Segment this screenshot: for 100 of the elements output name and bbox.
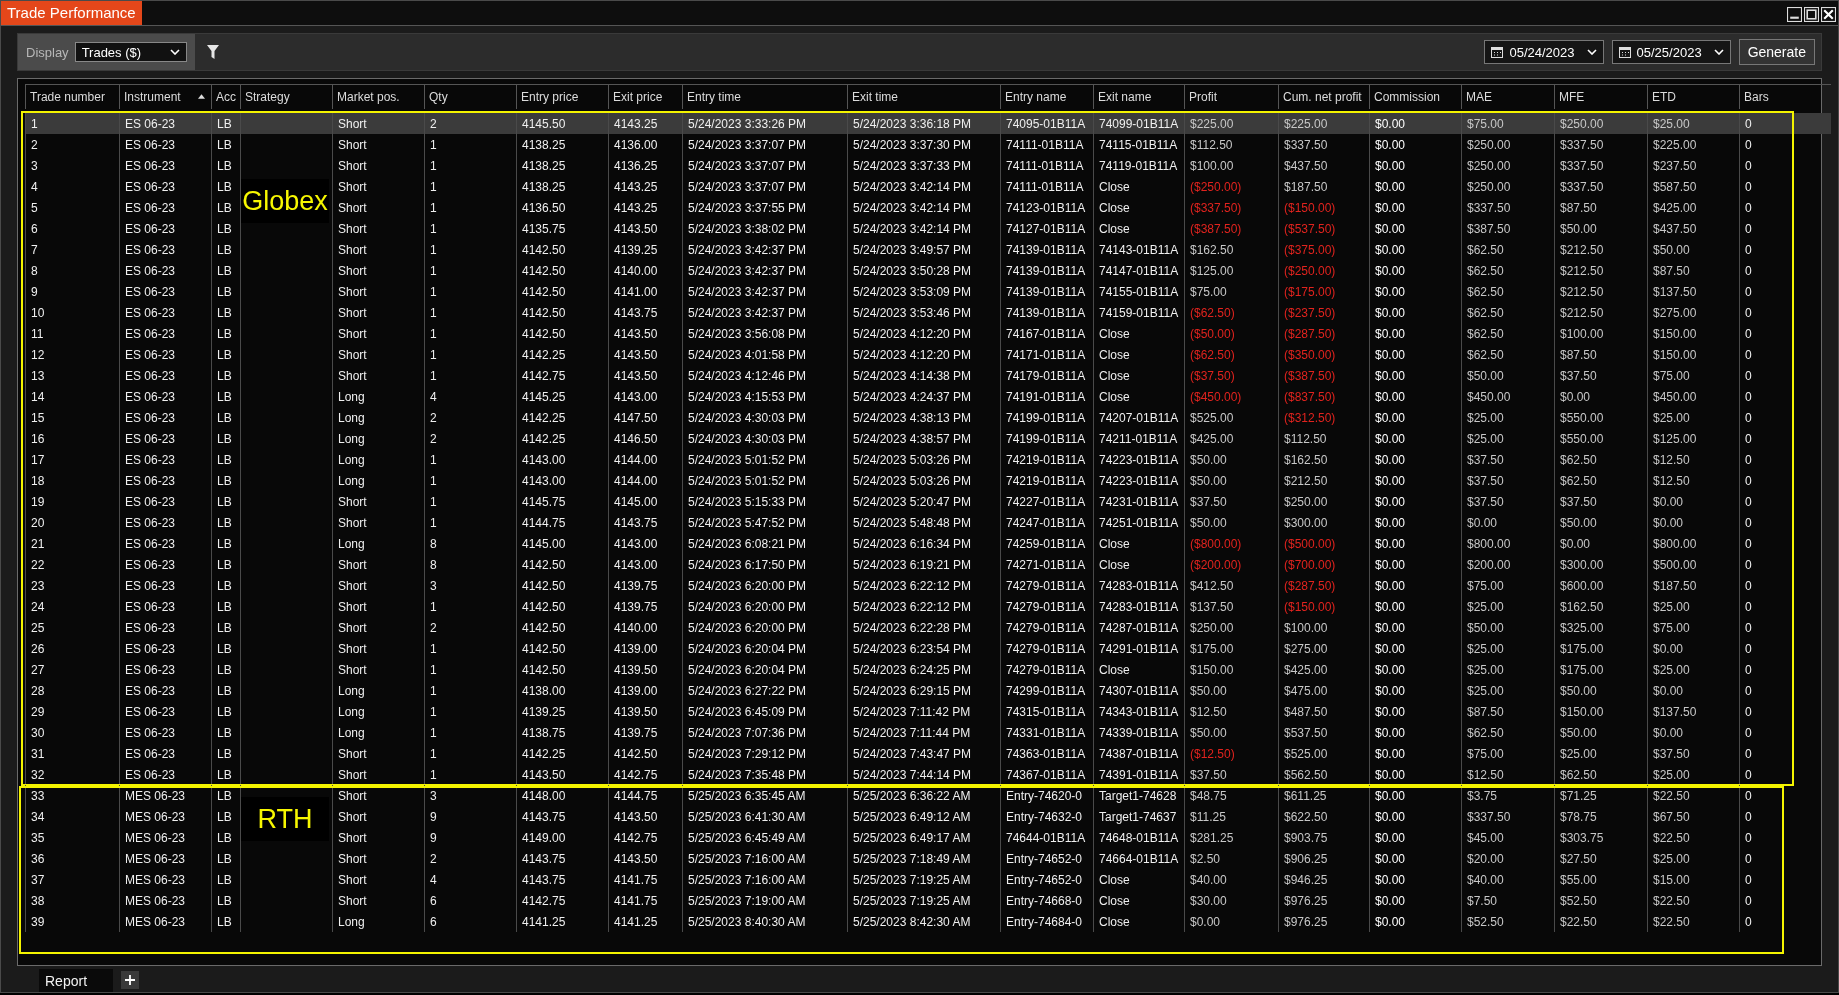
add-tab-button[interactable] xyxy=(121,971,139,989)
commission-cell: $0.00 xyxy=(1369,260,1462,281)
filter-icon[interactable] xyxy=(206,45,219,59)
table-row[interactable]: 13 ES 06-23 LB Short 1 4142.75 4143.50 5/24/2023 4:12:46 PM 5/24/2023 4:14:38 PM 74179-01B11A Close ($37.50) ($387.50) $0.00 $50.00 $37.50 $75.00 0 xyxy=(25,365,1831,386)
table-row[interactable]: 3 ES 06-23 LB Short 1 4138.25 4136.25 5/24/2023 3:37:07 PM 5/24/2023 3:37:33 PM 74111-01B11A 74119-01B11A $100.00 $437.50 $0.00 $250.00 $337.50 $237.50 0 xyxy=(25,155,1831,176)
entry-price-cell: 4141.25 xyxy=(516,911,609,932)
exit-price-cell: 4143.50 xyxy=(608,323,683,344)
cum-profit-cell: $906.25 xyxy=(1278,848,1370,869)
table-row[interactable]: 23 ES 06-23 LB Short 3 4142.50 4139.75 5/24/2023 6:20:00 PM 5/24/2023 6:22:12 PM 74279-01B11A 74283-01B11A $412.50 ($287.50) $0.00 $75.00 $600.00 $187.50 0 xyxy=(25,575,1831,596)
report-tab[interactable]: Report xyxy=(39,969,113,992)
column-header[interactable]: Bars xyxy=(1739,84,1831,109)
exit-name-cell: 74291-01B11A xyxy=(1093,638,1185,659)
table-row[interactable]: 39 MES 06-23 LB Long 6 4141.25 4141.25 5/25/2023 8:40:30 AM 5/25/2023 8:42:30 AM Entry-74684-0 Close $0.00 $976.25 $0.00 $52.50 $22.50 $22.50 0 xyxy=(25,911,1831,932)
table-row[interactable]: 12 ES 06-23 LB Short 1 4142.25 4143.50 5/24/2023 4:01:58 PM 5/24/2023 4:12:20 PM 74171-01B11A Close ($62.50) ($350.00) $0.00 $62.50 $87.50 $150.00 0 xyxy=(25,344,1831,365)
position-cell: Short xyxy=(332,596,425,617)
cum-profit-cell: ($837.50) xyxy=(1278,386,1370,407)
column-header[interactable]: Acc xyxy=(211,84,241,109)
table-row[interactable]: 20 ES 06-23 LB Short 1 4144.75 4143.75 5/24/2023 5:47:52 PM 5/24/2023 5:48:48 PM 74247-01B11A 74251-01B11A $50.00 $300.00 $0.00 $0.00 $50.00 $0.00 0 xyxy=(25,512,1831,533)
exit-name-cell: 74159-01B11A xyxy=(1093,302,1185,323)
table-row[interactable]: 37 MES 06-23 LB Short 4 4143.75 4141.75 5/25/2023 7:16:00 AM 5/25/2023 7:19:25 AM Entry-74652-0 Close $40.00 $946.25 $0.00 $40.00 $55.00 $15.00 0 xyxy=(25,869,1831,890)
column-header[interactable]: Strategy xyxy=(240,84,333,109)
from-date-field[interactable]: 05/24/2023 xyxy=(1484,40,1604,64)
mfe-cell: $303.75 xyxy=(1554,827,1648,848)
table-row[interactable]: 9 ES 06-23 LB Short 1 4142.50 4141.00 5/24/2023 3:42:37 PM 5/24/2023 3:53:09 PM 74139-01B11A 74155-01B11A $75.00 ($175.00) $0.00 $62.50 $212.50 $137.50 0 xyxy=(25,281,1831,302)
table-row[interactable]: 21 ES 06-23 LB Long 8 4145.00 4143.00 5/24/2023 6:08:21 PM 5/24/2023 6:16:34 PM 74259-01B11A Close ($800.00) ($500.00) $0.00 $800.00 $0.00 $800.00 0 xyxy=(25,533,1831,554)
table-row[interactable]: 32 ES 06-23 LB Short 1 4143.50 4142.75 5/24/2023 7:35:48 PM 5/24/2023 7:44:14 PM 74367-01B11A 74391-01B11A $37.50 $562.50 $0.00 $12.50 $62.50 $25.00 0 xyxy=(25,764,1831,785)
table-row[interactable]: 11 ES 06-23 LB Short 1 4142.50 4143.50 5/24/2023 3:56:08 PM 5/24/2023 4:12:20 PM 74167-01B11A Close ($50.00) ($287.50) $0.00 $62.50 $100.00 $150.00 0 xyxy=(25,323,1831,344)
qty-cell: 1 xyxy=(424,323,517,344)
generate-button[interactable]: Generate xyxy=(1738,39,1815,65)
table-row[interactable]: 15 ES 06-23 LB Long 2 4142.25 4147.50 5/24/2023 4:30:03 PM 5/24/2023 4:38:13 PM 74199-01B11A 74207-01B11A $525.00 ($312.50) $0.00 $25.00 $550.00 $25.00 0 xyxy=(25,407,1831,428)
column-header[interactable]: Instrument xyxy=(119,84,212,109)
entry-time-cell: 5/24/2023 6:17:50 PM xyxy=(682,554,848,575)
table-row[interactable]: 26 ES 06-23 LB Short 1 4142.50 4139.00 5/24/2023 6:20:04 PM 5/24/2023 6:23:54 PM 74279-01B11A 74291-01B11A $175.00 $275.00 $0.00 $25.00 $175.00 $0.00 0 xyxy=(25,638,1831,659)
table-row[interactable]: 16 ES 06-23 LB Long 2 4142.25 4146.50 5/24/2023 4:30:03 PM 5/24/2023 4:38:57 PM 74199-01B11A 74211-01B11A $425.00 $112.50 $0.00 $25.00 $550.00 $125.00 0 xyxy=(25,428,1831,449)
exit-name-cell: Close xyxy=(1093,386,1185,407)
column-header[interactable]: Entry time xyxy=(682,84,848,109)
table-row[interactable]: 17 ES 06-23 LB Long 1 4143.00 4144.00 5/24/2023 5:01:52 PM 5/24/2023 5:03:26 PM 74219-01B11A 74223-01B11A $50.00 $162.50 $0.00 $37.50 $62.50 $12.50 0 xyxy=(25,449,1831,470)
cum-profit-cell: $622.50 xyxy=(1278,806,1370,827)
table-row[interactable]: 22 ES 06-23 LB Short 8 4142.50 4143.00 5/24/2023 6:17:50 PM 5/24/2023 6:19:21 PM 74271-01B11A Close ($200.00) ($700.00) $0.00 $200.00 $300.00 $500.00 0 xyxy=(25,554,1831,575)
bars-cell: 0 xyxy=(1739,470,1831,491)
annotation-label: Globex xyxy=(241,179,329,223)
to-date-field[interactable]: 05/25/2023 xyxy=(1611,40,1731,64)
table-row[interactable]: 14 ES 06-23 LB Long 4 4145.25 4143.00 5/24/2023 4:15:53 PM 5/24/2023 4:24:37 PM 74191-01B11A Close ($450.00) ($837.50) $0.00 $450.00 $0.00 $450.00 0 xyxy=(25,386,1831,407)
table-row[interactable]: 1 ES 06-23 LB Short 2 4145.50 4143.25 5/24/2023 3:33:26 PM 5/24/2023 3:36:18 PM 74095-01B11A 74099-01B11A $225.00 $225.00 $0.00 $75.00 $250.00 $25.00 0 xyxy=(25,113,1831,134)
maximize-icon[interactable] xyxy=(1804,7,1819,22)
column-header[interactable]: Exit time xyxy=(847,84,1001,109)
table-row[interactable]: 25 ES 06-23 LB Short 2 4142.50 4140.00 5/24/2023 6:20:00 PM 5/24/2023 6:22:28 PM 74279-01B11A 74287-01B11A $250.00 $100.00 $0.00 $50.00 $325.00 $75.00 0 xyxy=(25,617,1831,638)
table-row[interactable]: 19 ES 06-23 LB Short 1 4145.75 4145.00 5/24/2023 5:15:33 PM 5/24/2023 5:20:47 PM 74227-01B11A 74231-01B11A $37.50 $250.00 $0.00 $37.50 $37.50 $0.00 0 xyxy=(25,491,1831,512)
column-header[interactable]: Entry price xyxy=(516,84,609,109)
table-row[interactable]: 8 ES 06-23 LB Short 1 4142.50 4140.00 5/24/2023 3:42:37 PM 5/24/2023 3:50:28 PM 74139-01B11A 74147-01B11A $125.00 ($250.00) $0.00 $62.50 $212.50 $87.50 0 xyxy=(25,260,1831,281)
commission-cell: $0.00 xyxy=(1369,323,1462,344)
column-header[interactable]: Cum. net profit xyxy=(1278,84,1370,109)
column-header[interactable]: Market pos. xyxy=(332,84,425,109)
column-header[interactable]: MAE xyxy=(1461,84,1555,109)
table-row[interactable]: 24 ES 06-23 LB Short 1 4142.50 4139.75 5/24/2023 6:20:00 PM 5/24/2023 6:22:12 PM 74279-01B11A 74283-01B11A $137.50 ($150.00) $0.00 $25.00 $162.50 $25.00 0 xyxy=(25,596,1831,617)
table-row[interactable]: 30 ES 06-23 LB Long 1 4138.75 4139.75 5/24/2023 7:07:36 PM 5/24/2023 7:11:44 PM 74331-01B11A 74339-01B11A $50.00 $537.50 $0.00 $62.50 $50.00 $0.00 0 xyxy=(25,722,1831,743)
exit-price-cell: 4147.50 xyxy=(608,407,683,428)
bars-cell: 0 xyxy=(1739,701,1831,722)
column-header[interactable]: ETD xyxy=(1647,84,1740,109)
column-header[interactable]: Exit name xyxy=(1093,84,1185,109)
column-header[interactable]: Trade number xyxy=(25,84,120,109)
table-row[interactable]: 27 ES 06-23 LB Short 1 4142.50 4139.50 5/24/2023 6:20:04 PM 5/24/2023 6:24:25 PM 74279-01B11A Close $150.00 $425.00 $0.00 $25.00 $175.00 $25.00 0 xyxy=(25,659,1831,680)
account-cell: LB xyxy=(211,701,241,722)
cum-profit-cell: ($350.00) xyxy=(1278,344,1370,365)
commission-cell: $0.00 xyxy=(1369,386,1462,407)
table-row[interactable]: 29 ES 06-23 LB Long 1 4139.25 4139.50 5/24/2023 6:45:09 PM 5/24/2023 7:11:42 PM 74315-01B11A 74343-01B11A $12.50 $487.50 $0.00 $87.50 $150.00 $137.50 0 xyxy=(25,701,1831,722)
cum-profit-cell: $537.50 xyxy=(1278,722,1370,743)
qty-cell: 8 xyxy=(424,533,517,554)
table-row[interactable]: 10 ES 06-23 LB Short 1 4142.50 4143.75 5/24/2023 3:42:37 PM 5/24/2023 3:53:46 PM 74139-01B11A 74159-01B11A ($62.50) ($237.50) $0.00 $62.50 $212.50 $275.00 0 xyxy=(25,302,1831,323)
column-header[interactable]: Qty xyxy=(424,84,517,109)
table-row[interactable]: 31 ES 06-23 LB Short 1 4142.25 4142.50 5/24/2023 7:29:12 PM 5/24/2023 7:43:47 PM 74363-01B11A 74387-01B11A ($12.50) $525.00 $0.00 $75.00 $25.00 $37.50 0 xyxy=(25,743,1831,764)
minimize-icon[interactable] xyxy=(1787,7,1802,22)
qty-cell: 1 xyxy=(424,260,517,281)
column-header[interactable]: Entry name xyxy=(1000,84,1094,109)
mfe-cell: $337.50 xyxy=(1554,134,1648,155)
table-row[interactable]: 38 MES 06-23 LB Short 6 4142.75 4141.75 5/25/2023 7:19:00 AM 5/25/2023 7:19:25 AM Entry-74668-0 Close $30.00 $976.25 $0.00 $7.50 $52.50 $22.50 0 xyxy=(25,890,1831,911)
table-row[interactable]: 28 ES 06-23 LB Long 1 4138.00 4139.00 5/24/2023 6:27:22 PM 5/24/2023 6:29:15 PM 74299-01B11A 74307-01B11A $50.00 $475.00 $0.00 $25.00 $50.00 $0.00 0 xyxy=(25,680,1831,701)
close-icon[interactable] xyxy=(1821,7,1836,22)
column-header[interactable]: MFE xyxy=(1554,84,1648,109)
profit-cell: $12.50 xyxy=(1184,701,1279,722)
table-row[interactable]: 7 ES 06-23 LB Short 1 4142.50 4139.25 5/24/2023 3:42:37 PM 5/24/2023 3:49:57 PM 74139-01B11A 74143-01B11A $162.50 ($375.00) $0.00 $62.50 $212.50 $50.00 0 xyxy=(25,239,1831,260)
column-header[interactable]: Exit price xyxy=(608,84,683,109)
mfe-cell: $87.50 xyxy=(1554,197,1648,218)
table-row[interactable]: 2 ES 06-23 LB Short 1 4138.25 4136.00 5/24/2023 3:37:07 PM 5/24/2023 3:37:30 PM 74111-01B11A 74115-01B11A $112.50 $337.50 $0.00 $250.00 $337.50 $225.00 0 xyxy=(25,134,1831,155)
column-header[interactable]: Commission xyxy=(1369,84,1462,109)
exit-time-cell: 5/24/2023 7:11:44 PM xyxy=(847,722,1001,743)
display-dropdown[interactable]: Trades ($) xyxy=(74,42,187,62)
cum-profit-cell: $976.25 xyxy=(1278,911,1370,932)
etd-cell: $225.00 xyxy=(1647,134,1740,155)
entry-name-cell: 74279-01B11A xyxy=(1000,575,1094,596)
table-row[interactable]: 18 ES 06-23 LB Long 1 4143.00 4144.00 5/24/2023 5:01:52 PM 5/24/2023 5:03:26 PM 74219-01B11A 74223-01B11A $50.00 $212.50 $0.00 $37.50 $62.50 $12.50 0 xyxy=(25,470,1831,491)
trade-number-cell: 20 xyxy=(25,512,120,533)
qty-cell: 3 xyxy=(424,575,517,596)
exit-name-cell: 74119-01B11A xyxy=(1093,155,1185,176)
commission-cell: $0.00 xyxy=(1369,218,1462,239)
position-cell: Long xyxy=(332,722,425,743)
mae-cell: $800.00 xyxy=(1461,533,1555,554)
column-header[interactable]: Profit xyxy=(1184,84,1279,109)
entry-time-cell: 5/24/2023 7:29:12 PM xyxy=(682,743,848,764)
table-row[interactable]: 36 MES 06-23 LB Short 2 4143.75 4143.50 5/25/2023 7:16:00 AM 5/25/2023 7:18:49 AM Entry-74652-0 74664-01B11A $2.50 $906.25 $0.00 $20.00 $27.50 $25.00 0 xyxy=(25,848,1831,869)
